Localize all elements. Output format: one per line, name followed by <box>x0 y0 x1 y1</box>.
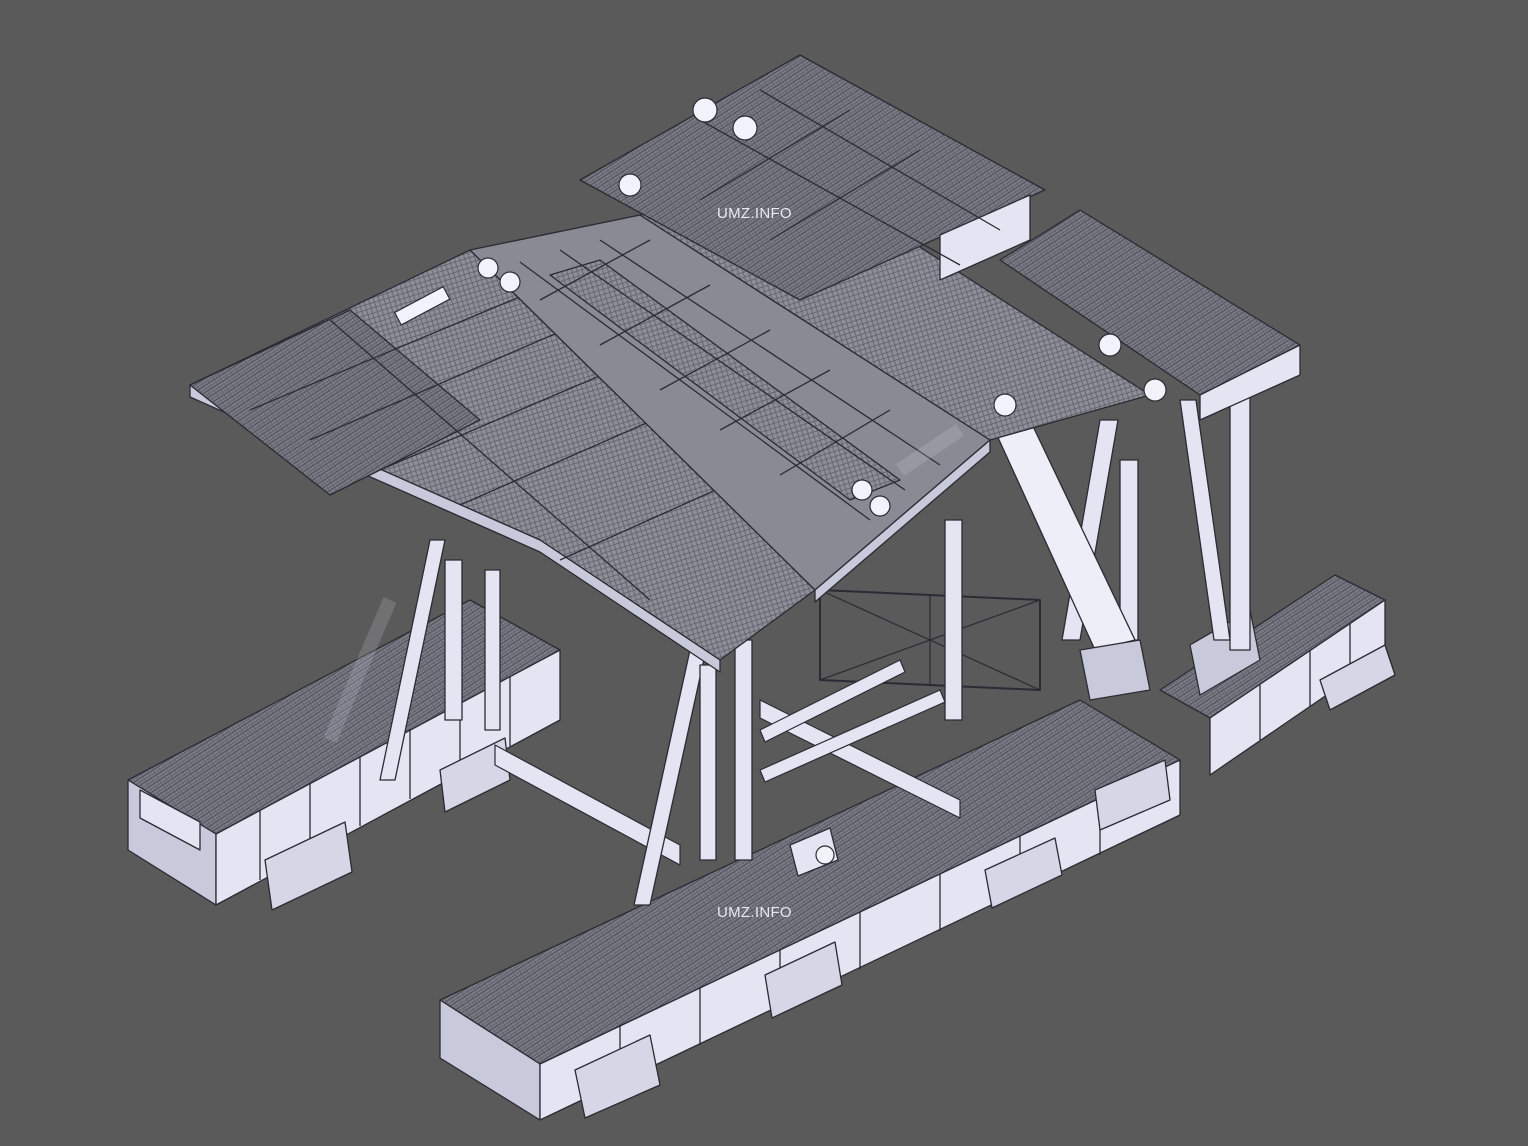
isometric-structure-drawing <box>127 54 1396 1121</box>
watermark-bottom: UMZ.INFO <box>717 904 792 921</box>
cad-viewport: UMZ.INFO UMZ.INFO <box>0 0 1528 1146</box>
right-rail-beam <box>1159 574 1396 776</box>
watermark-top: UMZ.INFO <box>717 205 792 222</box>
front-rail-beam <box>439 699 1181 1121</box>
